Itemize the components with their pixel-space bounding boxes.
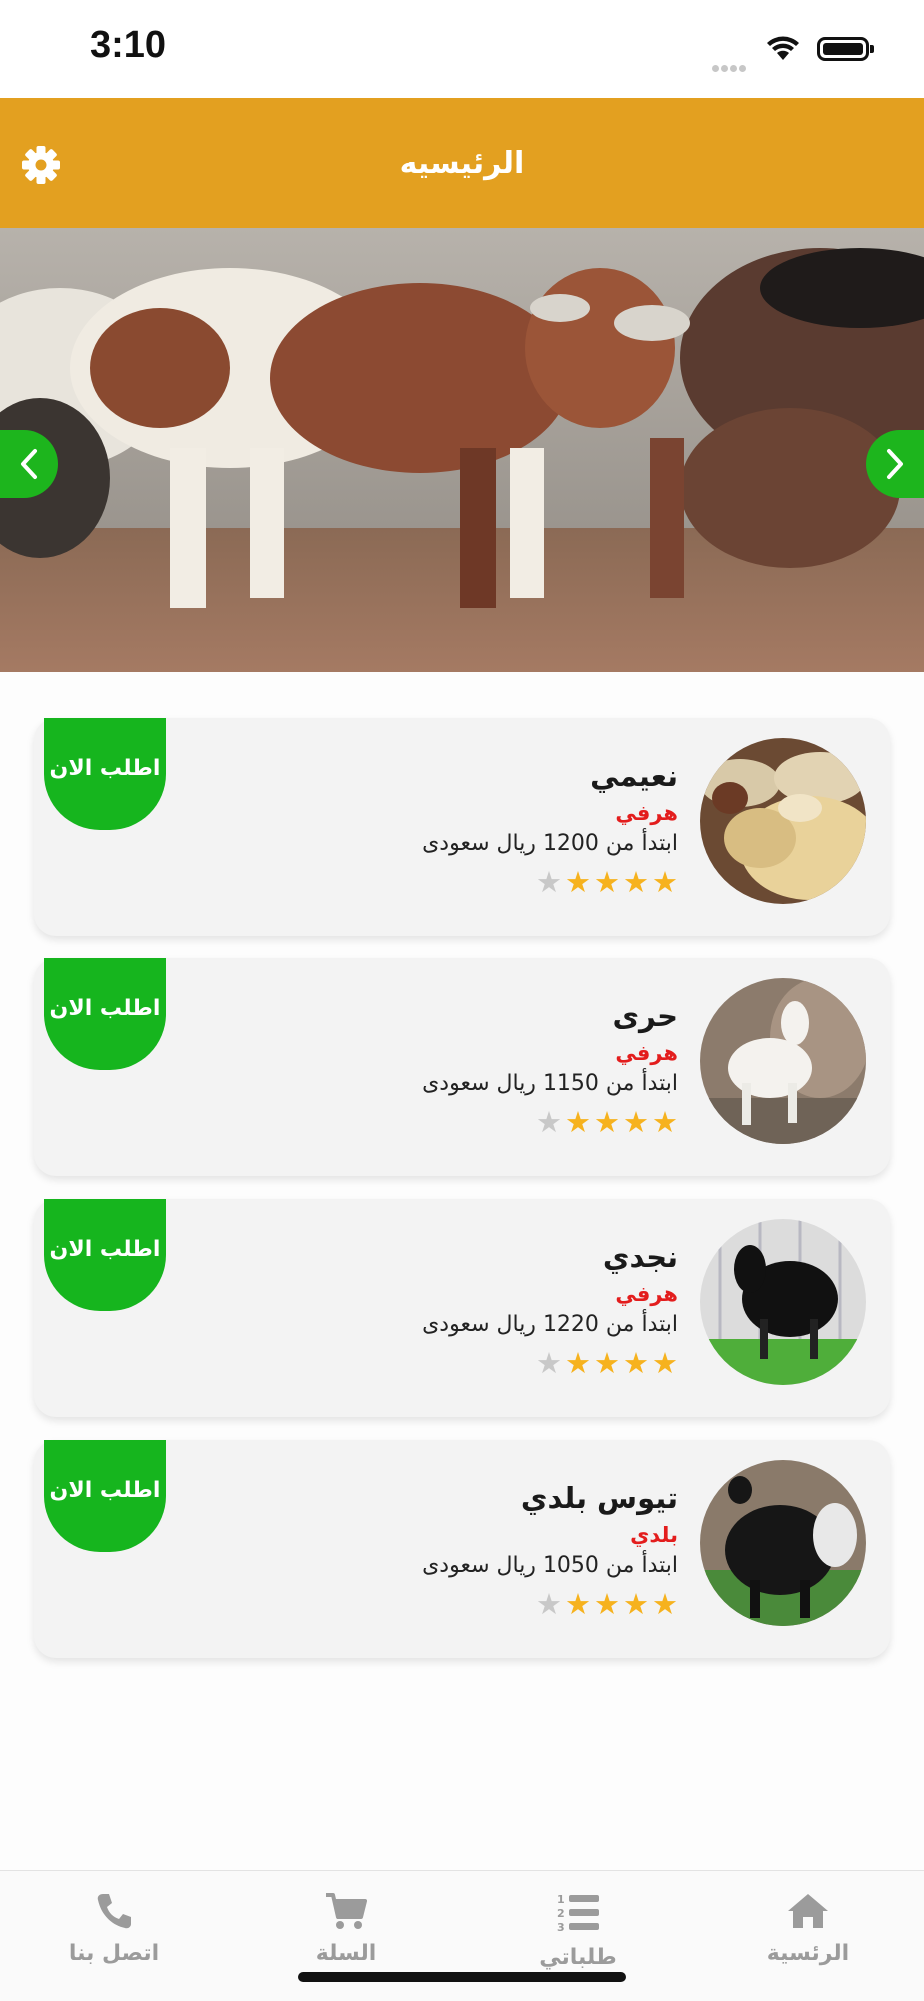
- star-filled-icon: ★: [594, 865, 620, 899]
- product-type: هرفي: [615, 1041, 678, 1065]
- star-filled-icon: ★: [565, 865, 591, 899]
- product-info: نجدي هرفي ابتدأ من 1220 ريال سعودى ★ ★ ★ ★ ★: [258, 1237, 678, 1381]
- rating-stars: ★ ★ ★ ★ ★: [258, 1586, 678, 1622]
- home-indicator: [298, 1972, 626, 1982]
- star-filled-icon: ★: [623, 1587, 649, 1621]
- gear-icon[interactable]: [18, 142, 64, 188]
- star-filled-icon: ★: [652, 865, 678, 899]
- tab-contact-label: اتصل بنا: [68, 1941, 160, 1966]
- star-filled-icon: ★: [594, 1587, 620, 1621]
- svg-text:1: 1: [557, 1893, 565, 1906]
- star-filled-icon: ★: [652, 1105, 678, 1139]
- order-now-button[interactable]: اطلب الان: [44, 1440, 166, 1552]
- tab-contact[interactable]: اتصل بنا: [34, 1891, 194, 1966]
- product-image: [700, 1460, 866, 1626]
- svg-text:3: 3: [557, 1921, 565, 1934]
- product-card[interactable]: اطلب الان نجدي هرفي ابتدأ من 1220 ريال س…: [34, 1199, 890, 1417]
- battery-icon: [817, 37, 874, 61]
- product-image: [700, 978, 866, 1144]
- tab-cart[interactable]: السلة: [266, 1891, 426, 1966]
- product-name: حرى: [612, 999, 678, 1033]
- banner-slider[interactable]: [0, 228, 924, 672]
- product-card[interactable]: اطلب الان حرى هرفي ابتدأ من 1150 ريال سع…: [34, 958, 890, 1176]
- product-type: بلدي: [630, 1523, 678, 1547]
- rating-stars: ★ ★ ★ ★ ★: [258, 1345, 678, 1381]
- star-filled-icon: ★: [623, 1105, 649, 1139]
- product-image: [700, 738, 866, 904]
- cellular-signal-icon: [712, 57, 748, 76]
- tab-cart-label: السلة: [315, 1941, 377, 1966]
- product-price: ابتدأ من 1150 ريال سعودى: [422, 1071, 678, 1096]
- chevron-left-icon: [21, 449, 37, 479]
- star-filled-icon: ★: [623, 1346, 649, 1380]
- tab-home-label: الرئسية: [766, 1941, 850, 1966]
- numbered-list-icon: 1 2 3: [557, 1893, 599, 1934]
- page-title: الرئيسيه: [399, 146, 525, 181]
- svg-text:2: 2: [557, 1907, 565, 1920]
- product-card[interactable]: اطلب الان نعيمي هرفي ابتدأ من 1200 ريال …: [34, 718, 890, 936]
- order-now-button[interactable]: اطلب الان: [44, 1199, 166, 1311]
- banner-image: [0, 228, 924, 672]
- tab-home[interactable]: الرئسية: [728, 1891, 888, 1966]
- product-price: ابتدأ من 1220 ريال سعودى: [422, 1312, 678, 1337]
- star-filled-icon: ★: [565, 1587, 591, 1621]
- star-filled-icon: ★: [594, 1105, 620, 1139]
- product-name: نجدي: [602, 1240, 678, 1274]
- cart-icon: [326, 1893, 367, 1929]
- tab-orders-label: طلباتي: [539, 1945, 617, 1970]
- star-empty-icon: ★: [536, 1346, 562, 1380]
- order-now-button[interactable]: اطلب الان: [44, 718, 166, 830]
- chevron-right-icon: [887, 449, 903, 479]
- product-price: ابتدأ من 1050 ريال سعودى: [422, 1553, 678, 1578]
- star-filled-icon: ★: [652, 1346, 678, 1380]
- product-info: تيوس بلدي بلدي ابتدأ من 1050 ريال سعودى …: [258, 1478, 678, 1622]
- star-filled-icon: ★: [565, 1346, 591, 1380]
- product-type: هرفي: [615, 801, 678, 825]
- tab-orders[interactable]: 1 2 3 طلباتي: [498, 1891, 658, 1970]
- star-empty-icon: ★: [536, 865, 562, 899]
- star-empty-icon: ★: [536, 1587, 562, 1621]
- star-filled-icon: ★: [623, 865, 649, 899]
- product-image: [700, 1219, 866, 1385]
- wifi-icon: [767, 36, 799, 60]
- star-filled-icon: ★: [565, 1105, 591, 1139]
- product-info: نعيمي هرفي ابتدأ من 1200 ريال سعودى ★ ★ ★ ★…: [258, 756, 678, 900]
- product-card[interactable]: اطلب الان تيوس بلدي بلدي ابتدأ من 1050 ر…: [34, 1440, 890, 1658]
- status-bar: 3:10: [0, 0, 924, 98]
- rating-stars: ★ ★ ★ ★ ★: [258, 864, 678, 900]
- product-name: نعيمي: [590, 759, 678, 793]
- product-name: تيوس بلدي: [520, 1481, 678, 1515]
- product-type: هرفي: [615, 1282, 678, 1306]
- home-icon: [788, 1894, 828, 1928]
- star-filled-icon: ★: [652, 1587, 678, 1621]
- star-filled-icon: ★: [594, 1346, 620, 1380]
- product-price: ابتدأ من 1200 ريال سعودى: [422, 831, 678, 856]
- product-info: حرى هرفي ابتدأ من 1150 ريال سعودى ★ ★ ★ ★ ★: [258, 996, 678, 1140]
- app-header: الرئيسيه: [0, 98, 924, 228]
- order-now-button[interactable]: اطلب الان: [44, 958, 166, 1070]
- status-time: 3:10: [90, 24, 167, 66]
- phone-icon: [97, 1894, 131, 1929]
- star-empty-icon: ★: [536, 1105, 562, 1139]
- rating-stars: ★ ★ ★ ★ ★: [258, 1104, 678, 1140]
